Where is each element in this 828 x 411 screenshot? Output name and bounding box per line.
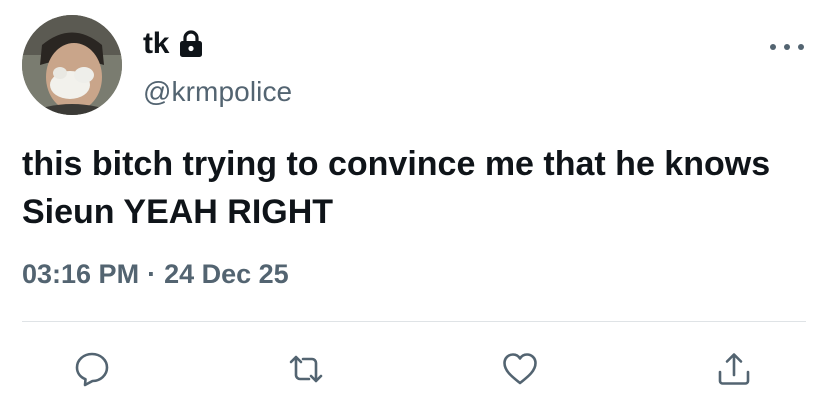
- divider: [22, 321, 806, 322]
- tweet-time: 03:16 PM: [22, 259, 140, 289]
- retweet-button[interactable]: [281, 344, 331, 394]
- more-options-icon[interactable]: [770, 36, 804, 58]
- tweet-date: 24 Dec 25: [164, 259, 289, 289]
- more-dot: [798, 44, 804, 50]
- meta-separator: ·: [147, 259, 157, 289]
- action-bar: [0, 344, 828, 394]
- tweet-timestamp[interactable]: 03:16 PM · 24 Dec 25: [22, 259, 289, 290]
- heart-icon: [503, 353, 537, 385]
- share-icon: [718, 353, 750, 385]
- author-name-row: tk: [143, 24, 205, 64]
- more-dot: [770, 44, 776, 50]
- display-name[interactable]: tk: [143, 27, 169, 61]
- tweet-card: tk @krmpolice this bitch trying to convi…: [0, 0, 828, 411]
- tweet-text: this bitch trying to convince me that he…: [22, 145, 771, 231]
- share-button[interactable]: [709, 344, 759, 394]
- avatar-photo: [22, 15, 122, 115]
- retweet-icon: [289, 355, 323, 383]
- lock-icon: [180, 30, 203, 57]
- like-button[interactable]: [495, 344, 545, 394]
- reply-button[interactable]: [67, 344, 117, 394]
- comment-icon: [75, 352, 109, 387]
- author-handle[interactable]: @krmpolice: [143, 76, 292, 108]
- avatar[interactable]: [22, 15, 122, 115]
- more-dot: [784, 44, 790, 50]
